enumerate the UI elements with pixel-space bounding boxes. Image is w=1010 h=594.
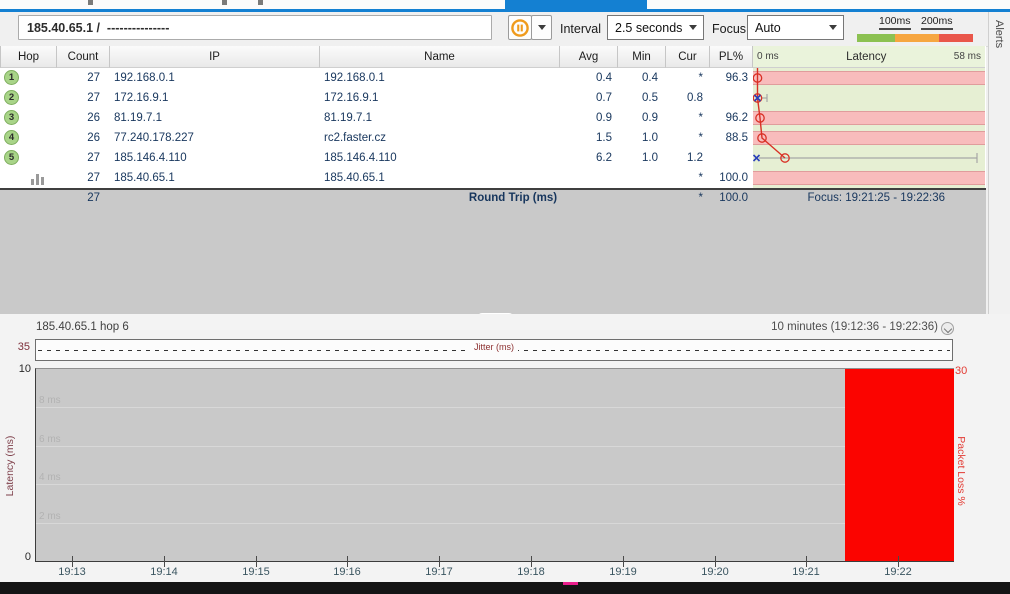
header-hop[interactable]: Hop — [0, 46, 57, 68]
alerts-side-tab-label: Alerts — [993, 20, 1005, 48]
round-trip-pl: 100.0 — [696, 192, 748, 204]
pause-dropdown-button[interactable] — [531, 15, 552, 40]
clipped-tab-text — [222, 0, 227, 5]
gridline-label: 2 ms — [39, 511, 61, 522]
hop-badge: 1 — [4, 70, 19, 85]
header-pl[interactable]: PL% — [710, 46, 753, 68]
x-tick-label: 19:17 — [414, 566, 464, 578]
round-trip-row[interactable]: 27 Round Trip (ms) * 100.0 Focus: 19:21:… — [0, 192, 986, 212]
gridline-label: 8 ms — [39, 395, 61, 406]
latency-mini-graph — [753, 88, 985, 108]
hop-badge: 3 — [4, 110, 19, 125]
summary-panel: 27 Round Trip (ms) * 100.0 Focus: 19:21:… — [0, 188, 986, 314]
timeline-plot[interactable]: 8 ms 6 ms 4 ms 2 ms — [35, 368, 954, 562]
latency-axis-label: Latency (ms) — [4, 426, 16, 506]
header-cur[interactable]: Cur — [666, 46, 710, 68]
clipped-tab-text — [88, 0, 93, 5]
x-tick-label: 19:22 — [873, 566, 923, 578]
table-row[interactable]: 5 27 185.146.4.110 185.146.4.110 6.2 1.0… — [0, 148, 986, 168]
gridline-label: 6 ms — [39, 434, 61, 445]
legend-gradient-bar — [857, 34, 973, 42]
latency-mini-graph — [753, 108, 985, 128]
gridline-label: 4 ms — [39, 472, 61, 483]
latency-max-label: 58 ms — [954, 51, 981, 62]
x-tick-label: 19:14 — [139, 566, 189, 578]
latency-mini-graph — [753, 68, 985, 88]
jitter-strip: Jitter (ms) — [35, 339, 953, 361]
x-tick-label: 19:21 — [781, 566, 831, 578]
interval-value: 2.5 seconds — [615, 21, 682, 35]
header-count[interactable]: Count — [57, 46, 110, 68]
header-latency[interactable]: 0 ms Latency 58 ms — [753, 46, 985, 68]
packet-loss-axis-max: 30 — [955, 365, 967, 377]
toolbar: Interval 2.5 seconds Focus Auto 100ms 20… — [0, 12, 988, 47]
latency-min-label: 0 ms — [757, 51, 779, 62]
latency-axis-max: 10 — [0, 363, 31, 375]
latency-title: Latency — [846, 51, 886, 63]
focus-label: Focus — [712, 12, 746, 46]
target-input[interactable] — [18, 15, 492, 40]
table-row[interactable]: 2 27 172.16.9.1 172.16.9.1 0.7 0.5 0.8 — [0, 88, 986, 108]
x-tick-label: 19:15 — [231, 566, 281, 578]
bar-chart-icon — [31, 173, 45, 185]
gridline-6ms — [36, 446, 954, 447]
edge-accent — [563, 582, 578, 585]
gridline-8ms — [36, 407, 954, 408]
legend-100ms-label: 100ms — [879, 15, 911, 30]
table-row[interactable]: 27 185.40.65.1 185.40.65.1 * 100.0 — [0, 168, 986, 188]
header-avg[interactable]: Avg — [560, 46, 618, 68]
timeline-range-dropdown[interactable] — [941, 322, 954, 335]
focus-select[interactable]: Auto — [747, 15, 844, 40]
hop-badge: 4 — [4, 130, 19, 145]
packet-loss-bar — [845, 369, 954, 561]
x-tick-label: 19:16 — [322, 566, 372, 578]
gridline-4ms — [36, 484, 954, 485]
interval-select[interactable]: 2.5 seconds — [607, 15, 704, 40]
chevron-down-icon — [944, 324, 952, 332]
chevron-down-icon — [538, 25, 546, 30]
table-row[interactable]: 4 26 77.240.178.227 rc2.faster.cz 1.5 1.… — [0, 128, 986, 148]
table-row[interactable]: 3 26 81.19.7.1 81.19.7.1 0.9 0.9 * 96.2 — [0, 108, 986, 128]
clipped-tab-text — [258, 0, 263, 5]
interval-label: Interval — [560, 12, 601, 46]
trace-table-header: Hop Count IP Name Avg Min Cur PL% 0 ms L… — [0, 46, 986, 68]
packet-loss-axis-label: Packet Loss % — [955, 426, 967, 516]
table-row[interactable]: 1 27 192.168.0.1 192.168.0.1 0.4 0.4 * 9… — [0, 68, 986, 88]
x-tick-label: 19:13 — [47, 566, 97, 578]
alerts-side-tab[interactable]: Alerts — [988, 12, 1010, 314]
round-trip-label: Round Trip (ms) — [469, 192, 557, 204]
jitter-label: Jitter (ms) — [470, 342, 518, 352]
hop-badge: 5 — [4, 150, 19, 165]
hop-badge: 2 — [4, 90, 19, 105]
focus-range-label: Focus: 19:21:25 - 19:22:36 — [808, 192, 945, 204]
round-trip-count: 27 — [0, 192, 100, 204]
chevron-down-icon — [829, 25, 837, 30]
latency-mini-graph — [753, 168, 985, 188]
timeline-section: 185.40.65.1 hop 6 10 minutes (19:12:36 -… — [0, 314, 1010, 582]
focus-value: Auto — [755, 21, 781, 35]
jitter-axis-max: 35 — [6, 341, 30, 353]
timeline-range-label: 10 minutes (19:12:36 - 19:22:36) — [771, 321, 938, 333]
tab-bar — [0, 0, 1010, 12]
gridline-2ms — [36, 523, 954, 524]
latency-mini-graph — [753, 148, 985, 168]
x-tick-label: 19:19 — [598, 566, 648, 578]
pause-icon — [510, 18, 530, 38]
window-bottom-edge — [0, 582, 1010, 594]
legend-200ms-label: 200ms — [921, 15, 953, 30]
pause-button[interactable] — [508, 15, 532, 40]
trace-table: Hop Count IP Name Avg Min Cur PL% 0 ms L… — [0, 46, 986, 188]
x-tick-label: 19:18 — [506, 566, 556, 578]
timeline-title: 185.40.65.1 hop 6 — [36, 321, 129, 333]
chevron-down-icon — [689, 25, 697, 30]
latency-mini-graph — [753, 128, 985, 148]
header-ip[interactable]: IP — [110, 46, 320, 68]
latency-color-legend: 100ms 200ms — [855, 14, 975, 44]
header-min[interactable]: Min — [618, 46, 666, 68]
x-tick-label: 19:20 — [690, 566, 740, 578]
pingplotter-window: Interval 2.5 seconds Focus Auto 100ms 20… — [0, 0, 1010, 594]
latency-axis-min: 0 — [0, 551, 31, 563]
header-name[interactable]: Name — [320, 46, 560, 68]
